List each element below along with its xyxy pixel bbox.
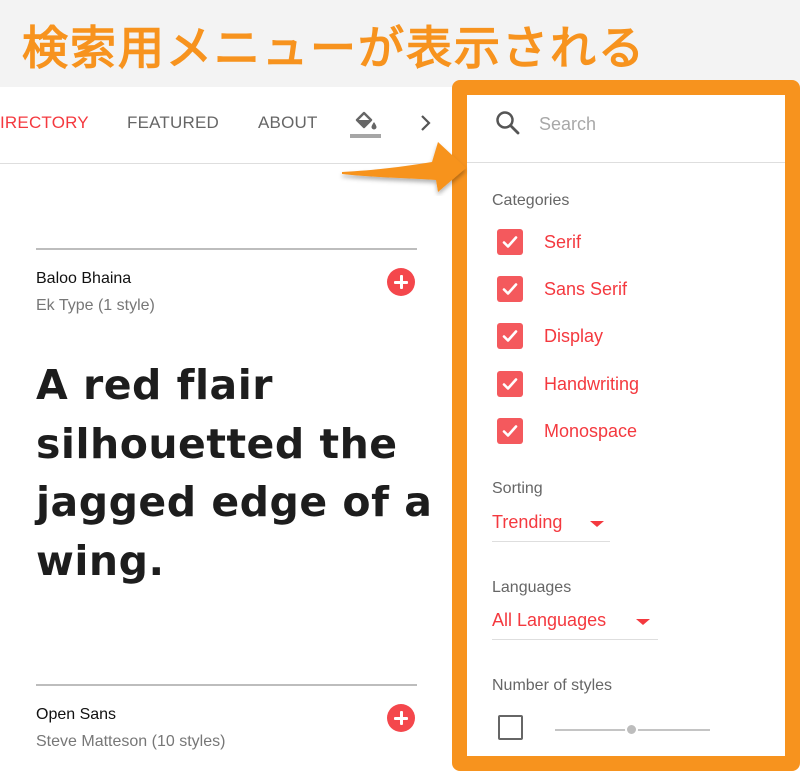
sorting-label: Sorting <box>492 480 543 497</box>
category-label: Monospace <box>544 421 638 441</box>
font-meta: Steve Matteson (10 styles) <box>36 733 226 750</box>
annotation-arrow-icon <box>342 142 466 192</box>
card-divider <box>36 684 417 686</box>
checkbox-checked[interactable] <box>497 371 523 397</box>
search-icon[interactable] <box>494 109 522 142</box>
category-serif[interactable]: Serif <box>497 229 747 257</box>
dropdown-arrow-icon <box>590 521 604 527</box>
card-divider <box>36 248 417 250</box>
checkbox-checked[interactable] <box>497 418 523 444</box>
category-monospace[interactable]: Monospace <box>497 418 747 446</box>
dropdown-arrow-icon <box>636 619 650 625</box>
styles-label: Number of styles <box>492 677 613 694</box>
category-label: Display <box>544 326 604 346</box>
font-name[interactable]: Open Sans <box>36 706 116 724</box>
font-list: Baloo Bhaina Ek Type (1 style) A red fla… <box>0 164 455 771</box>
languages-select[interactable]: All Languages <box>492 607 658 640</box>
tab-featured[interactable]: FEATURED <box>127 113 219 133</box>
checkbox-checked[interactable] <box>497 229 523 255</box>
languages-label: Languages <box>492 579 572 596</box>
font-sample-text: A red flair silhouetted the jagged edge … <box>36 361 433 585</box>
add-font-button[interactable] <box>387 704 415 732</box>
annotation-title: 検索用メニューが表示される <box>22 21 646 75</box>
category-label: Serif <box>544 232 582 252</box>
sorting-select[interactable]: Trending <box>492 509 610 542</box>
sorting-value: Trending <box>492 512 563 532</box>
font-name[interactable]: Baloo Bhaina <box>36 270 131 288</box>
add-font-button[interactable] <box>387 268 415 296</box>
chevron-right-icon[interactable] <box>419 114 433 137</box>
languages-value: All Languages <box>492 610 607 630</box>
filter-panel: Categories Serif Sans Serif Display Hand… <box>467 95 785 755</box>
category-sans-serif[interactable]: Sans Serif <box>497 276 747 304</box>
search-input[interactable] <box>539 111 769 137</box>
search-bar <box>467 95 785 163</box>
checkbox-checked[interactable] <box>497 323 523 349</box>
tab-directory[interactable]: IRECTORY <box>0 113 89 133</box>
category-label: Sans Serif <box>544 279 628 299</box>
category-label: Handwriting <box>544 374 640 394</box>
category-handwriting[interactable]: Handwriting <box>497 371 747 399</box>
font-meta: Ek Type (1 style) <box>36 297 155 314</box>
styles-checkbox[interactable] <box>498 715 523 740</box>
tab-about[interactable]: ABOUT <box>258 113 318 133</box>
checkbox-checked[interactable] <box>497 276 523 302</box>
styles-slider-thumb[interactable] <box>624 723 638 736</box>
categories-label: Categories <box>492 192 570 209</box>
category-display[interactable]: Display <box>497 323 747 351</box>
annotation-banner: 検索用メニューが表示される <box>0 0 800 87</box>
